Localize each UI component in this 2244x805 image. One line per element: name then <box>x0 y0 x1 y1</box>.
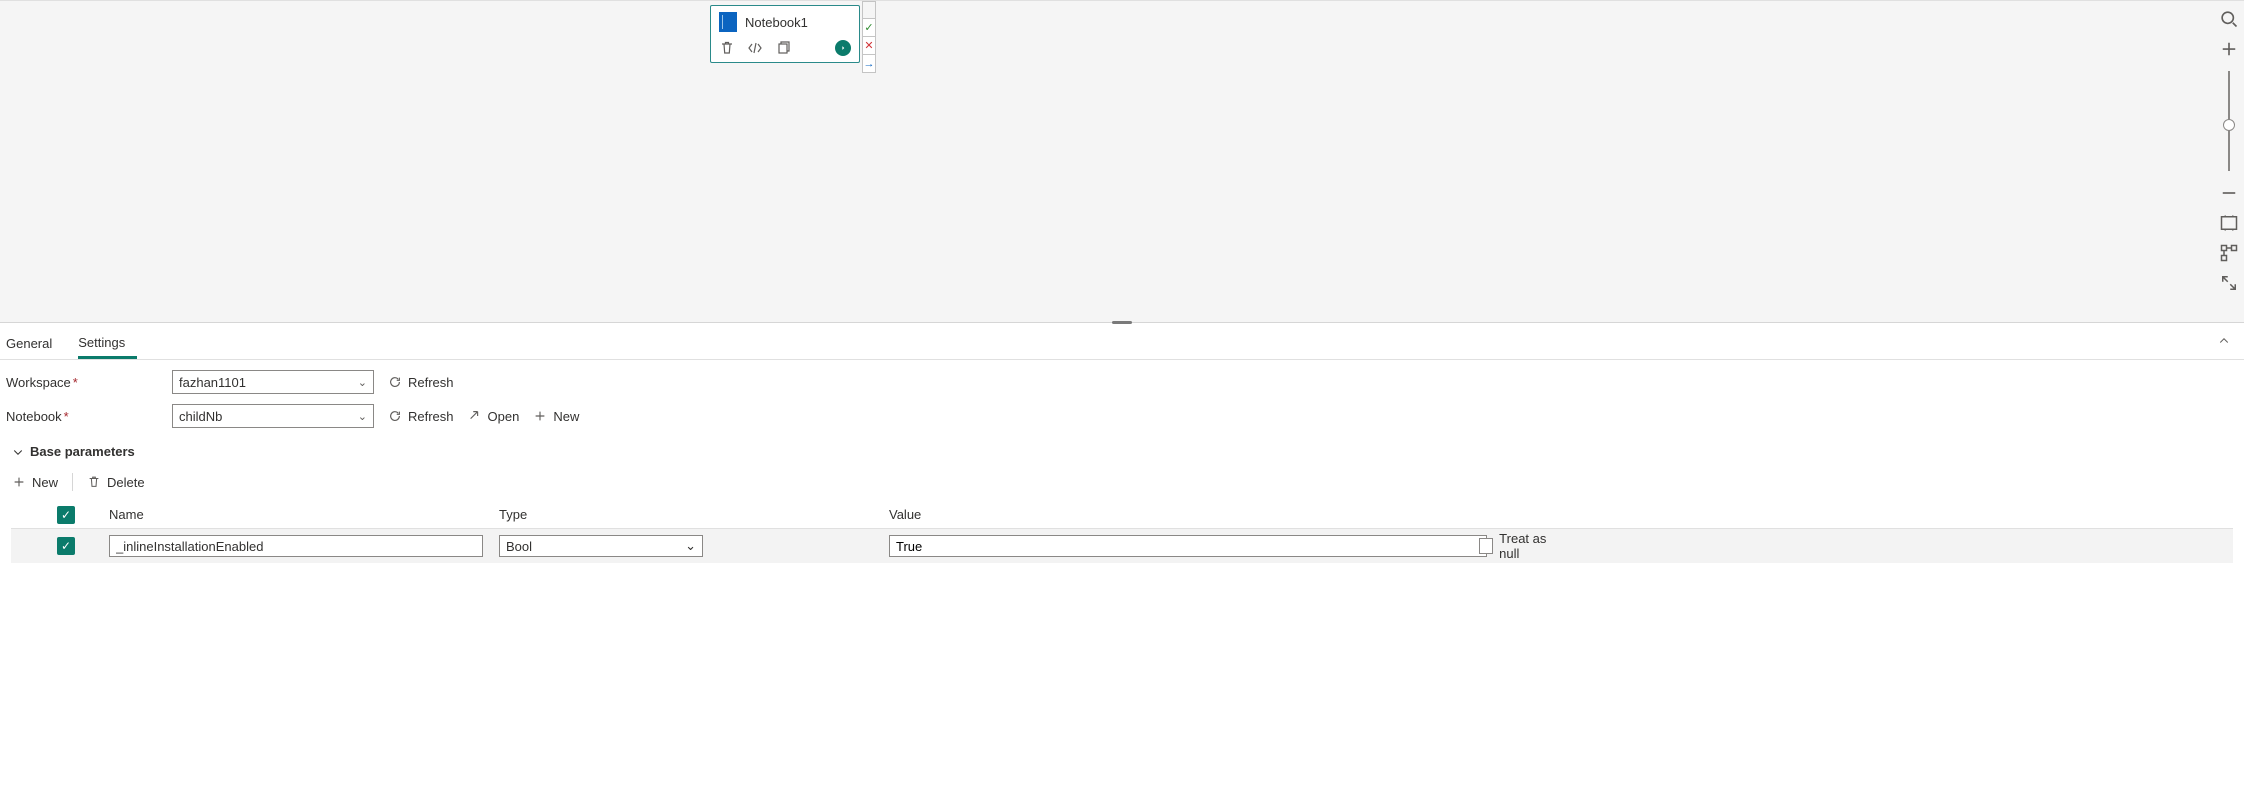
code-icon[interactable] <box>747 40 763 56</box>
notebook-select-value: childNb <box>179 409 222 424</box>
search-icon[interactable] <box>2219 9 2239 29</box>
base-parameters-toggle[interactable]: Base parameters <box>6 438 2238 465</box>
parameters-table: ✓ Name Type Value ✓ Bool ⌄ Tre <box>11 501 2233 563</box>
notebook-open-button[interactable]: Open <box>468 409 520 424</box>
col-type: Type <box>495 507 885 522</box>
canvas-right-rail <box>2218 9 2240 293</box>
collapse-icon[interactable] <box>2219 273 2239 293</box>
row-checkbox[interactable]: ✓ <box>57 537 75 555</box>
notebook-label: Notebook* <box>6 409 172 424</box>
status-cell-success: ✓ <box>862 19 876 37</box>
chevron-up-icon[interactable] <box>2210 329 2238 356</box>
zoom-in-icon[interactable] <box>2219 39 2239 59</box>
activity-node-notebook[interactable]: Notebook1 <box>710 5 860 63</box>
param-name-input[interactable] <box>109 535 483 557</box>
tab-settings[interactable]: Settings <box>78 325 137 359</box>
workspace-refresh-button[interactable]: Refresh <box>388 375 454 390</box>
chevron-down-icon: ⌄ <box>685 538 696 554</box>
layout-icon[interactable] <box>2219 243 2239 263</box>
chevron-down-icon: ⌄ <box>358 410 367 423</box>
param-value-input[interactable] <box>889 535 1487 557</box>
zoom-slider[interactable] <box>2228 71 2230 171</box>
status-cell-skip: → <box>862 55 876 73</box>
notebook-new-button[interactable]: New <box>533 409 579 424</box>
pipeline-canvas[interactable]: Notebook1 <box>0 0 2244 322</box>
param-delete-button[interactable]: Delete <box>87 475 145 490</box>
status-cell-fail: ✕ <box>862 37 876 55</box>
zoom-slider-handle[interactable] <box>2223 119 2235 131</box>
activity-node-title: Notebook1 <box>745 15 808 30</box>
trash-icon[interactable] <box>719 40 735 56</box>
notebook-select[interactable]: childNb ⌄ <box>172 404 374 428</box>
run-icon[interactable] <box>835 40 851 56</box>
col-name: Name <box>105 507 495 522</box>
properties-tabs: General Settings <box>0 325 2244 360</box>
treat-as-null-label: Treat as null <box>1499 531 1561 561</box>
col-value: Value <box>885 507 1475 522</box>
select-all-checkbox[interactable]: ✓ <box>57 506 75 524</box>
workspace-label: Workspace* <box>6 375 172 390</box>
chevron-down-icon: ⌄ <box>358 376 367 389</box>
fit-icon[interactable] <box>2219 213 2239 233</box>
tab-general[interactable]: General <box>6 326 64 359</box>
status-cell-blank <box>862 1 876 19</box>
workspace-select-value: fazhan1101 <box>179 375 246 390</box>
copy-icon[interactable] <box>775 40 791 56</box>
workspace-select[interactable]: fazhan1101 ⌄ <box>172 370 374 394</box>
treat-as-null-checkbox[interactable] <box>1479 538 1493 554</box>
activity-status-column: ✓ ✕ → <box>862 1 876 73</box>
table-row: ✓ Bool ⌄ Treat as null <box>11 529 2233 563</box>
param-type-select[interactable]: Bool ⌄ <box>499 535 703 557</box>
toolbar-divider <box>72 473 73 491</box>
zoom-out-icon[interactable] <box>2219 183 2239 203</box>
param-new-button[interactable]: New <box>12 475 58 490</box>
notebook-icon <box>719 12 737 32</box>
notebook-refresh-button[interactable]: Refresh <box>388 409 454 424</box>
